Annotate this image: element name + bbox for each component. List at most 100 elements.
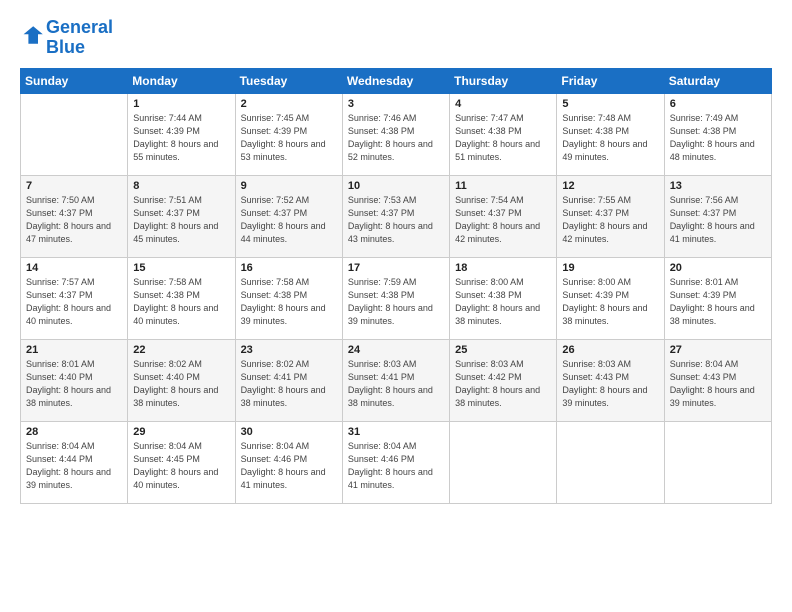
calendar-cell: 13 Sunrise: 7:56 AMSunset: 4:37 PMDayligh… [664,175,771,257]
day-number: 7 [26,180,122,192]
day-info: Sunrise: 8:04 AMSunset: 4:43 PMDaylight:… [670,358,766,410]
day-info: Sunrise: 7:45 AMSunset: 4:39 PMDaylight:… [241,112,337,164]
day-number: 4 [455,98,551,110]
calendar-cell: 27 Sunrise: 8:04 AMSunset: 4:43 PMDayligh… [664,339,771,421]
day-info: Sunrise: 8:03 AMSunset: 4:42 PMDaylight:… [455,358,551,410]
calendar-cell: 30Sunrise: 8:04 AMSunset: 4:46 PMDayligh… [235,421,342,503]
day-info: Sunrise: 7:52 AMSunset: 4:37 PMDaylight:… [241,194,337,246]
calendar-cell: 25 Sunrise: 8:03 AMSunset: 4:42 PMDayligh… [450,339,557,421]
day-info: Sunrise: 7:47 AMSunset: 4:38 PMDaylight:… [455,112,551,164]
day-number: 24 [348,344,444,356]
weekday-sunday: Sunday [21,68,128,93]
day-info: Sunrise: 8:02 AMSunset: 4:41 PMDaylight:… [241,358,337,410]
weekday-friday: Friday [557,68,664,93]
calendar-cell: 23 Sunrise: 8:02 AMSunset: 4:41 PMDayligh… [235,339,342,421]
calendar-cell: 22 Sunrise: 8:02 AMSunset: 4:40 PMDayligh… [128,339,235,421]
day-number: 1 [133,98,229,110]
calendar-cell: 19 Sunrise: 8:00 AMSunset: 4:39 PMDayligh… [557,257,664,339]
day-number: 28 [26,426,122,438]
calendar-cell: 26 Sunrise: 8:03 AMSunset: 4:43 PMDayligh… [557,339,664,421]
day-number: 31 [348,426,444,438]
logo: GeneralBlue [20,18,113,58]
day-info: Sunrise: 7:58 AMSunset: 4:38 PMDaylight:… [133,276,229,328]
calendar-cell: 6 Sunrise: 7:49 AMSunset: 4:38 PMDaylight… [664,93,771,175]
calendar-cell: 28 Sunrise: 8:04 AMSunset: 4:44 PMDayligh… [21,421,128,503]
day-number: 11 [455,180,551,192]
calendar-cell: 31 Sunrise: 8:04 AMSunset: 4:46 PMDayligh… [342,421,449,503]
week-row-3: 14 Sunrise: 7:57 AMSunset: 4:37 PMDayligh… [21,257,772,339]
logo-text: GeneralBlue [46,18,113,58]
calendar-cell: 17Sunrise: 7:59 AMSunset: 4:38 PMDayligh… [342,257,449,339]
weekday-saturday: Saturday [664,68,771,93]
day-info: Sunrise: 7:51 AMSunset: 4:37 PMDaylight:… [133,194,229,246]
calendar-cell [21,93,128,175]
day-info: Sunrise: 7:54 AMSunset: 4:37 PMDaylight:… [455,194,551,246]
day-info: Sunrise: 8:04 AMSunset: 4:45 PMDaylight:… [133,440,229,492]
day-number: 10 [348,180,444,192]
day-info: Sunrise: 7:46 AMSunset: 4:38 PMDaylight:… [348,112,444,164]
header: GeneralBlue [20,18,772,58]
calendar-cell: 24 Sunrise: 8:03 AMSunset: 4:41 PMDayligh… [342,339,449,421]
day-info: Sunrise: 7:57 AMSunset: 4:37 PMDaylight:… [26,276,122,328]
day-number: 21 [26,344,122,356]
calendar-cell: 12Sunrise: 7:55 AMSunset: 4:37 PMDayligh… [557,175,664,257]
page: GeneralBlue SundayMondayTuesdayWednesday… [0,0,792,612]
day-info: Sunrise: 7:48 AMSunset: 4:38 PMDaylight:… [562,112,658,164]
day-number: 29 [133,426,229,438]
day-info: Sunrise: 8:04 AMSunset: 4:44 PMDaylight:… [26,440,122,492]
calendar-cell: 18Sunrise: 8:00 AMSunset: 4:38 PMDayligh… [450,257,557,339]
day-number: 14 [26,262,122,274]
day-number: 2 [241,98,337,110]
calendar-cell: 4 Sunrise: 7:47 AMSunset: 4:38 PMDaylight… [450,93,557,175]
week-row-4: 21 Sunrise: 8:01 AMSunset: 4:40 PMDayligh… [21,339,772,421]
calendar-cell: 11 Sunrise: 7:54 AMSunset: 4:37 PMDayligh… [450,175,557,257]
calendar-cell: 21 Sunrise: 8:01 AMSunset: 4:40 PMDayligh… [21,339,128,421]
day-info: Sunrise: 7:49 AMSunset: 4:38 PMDaylight:… [670,112,766,164]
day-info: Sunrise: 7:53 AMSunset: 4:37 PMDaylight:… [348,194,444,246]
day-number: 23 [241,344,337,356]
day-info: Sunrise: 7:58 AMSunset: 4:38 PMDaylight:… [241,276,337,328]
calendar-cell: 16 Sunrise: 7:58 AMSunset: 4:38 PMDayligh… [235,257,342,339]
day-info: Sunrise: 7:44 AMSunset: 4:39 PMDaylight:… [133,112,229,164]
day-number: 26 [562,344,658,356]
week-row-2: 7 Sunrise: 7:50 AMSunset: 4:37 PMDaylight… [21,175,772,257]
day-number: 27 [670,344,766,356]
day-info: Sunrise: 8:03 AMSunset: 4:41 PMDaylight:… [348,358,444,410]
calendar-cell: 7 Sunrise: 7:50 AMSunset: 4:37 PMDaylight… [21,175,128,257]
day-number: 19 [562,262,658,274]
day-number: 22 [133,344,229,356]
day-number: 17 [348,262,444,274]
calendar-cell: 29 Sunrise: 8:04 AMSunset: 4:45 PMDayligh… [128,421,235,503]
calendar-cell [557,421,664,503]
logo-icon [22,23,46,47]
day-number: 16 [241,262,337,274]
weekday-tuesday: Tuesday [235,68,342,93]
weekday-wednesday: Wednesday [342,68,449,93]
calendar-cell: 20Sunrise: 8:01 AMSunset: 4:39 PMDayligh… [664,257,771,339]
day-number: 20 [670,262,766,274]
day-info: Sunrise: 8:03 AMSunset: 4:43 PMDaylight:… [562,358,658,410]
day-number: 13 [670,180,766,192]
calendar-cell: 5Sunrise: 7:48 AMSunset: 4:38 PMDaylight… [557,93,664,175]
day-number: 30 [241,426,337,438]
day-info: Sunrise: 8:04 AMSunset: 4:46 PMDaylight:… [348,440,444,492]
day-number: 18 [455,262,551,274]
day-info: Sunrise: 8:02 AMSunset: 4:40 PMDaylight:… [133,358,229,410]
day-number: 25 [455,344,551,356]
day-number: 9 [241,180,337,192]
week-row-1: 1 Sunrise: 7:44 AMSunset: 4:39 PMDaylight… [21,93,772,175]
calendar-cell: 8 Sunrise: 7:51 AMSunset: 4:37 PMDaylight… [128,175,235,257]
day-number: 6 [670,98,766,110]
calendar-cell [450,421,557,503]
calendar-cell: 15Sunrise: 7:58 AMSunset: 4:38 PMDayligh… [128,257,235,339]
day-number: 3 [348,98,444,110]
week-row-5: 28 Sunrise: 8:04 AMSunset: 4:44 PMDayligh… [21,421,772,503]
day-number: 8 [133,180,229,192]
calendar-cell: 3 Sunrise: 7:46 AMSunset: 4:38 PMDaylight… [342,93,449,175]
day-info: Sunrise: 7:50 AMSunset: 4:37 PMDaylight:… [26,194,122,246]
calendar-cell: 1 Sunrise: 7:44 AMSunset: 4:39 PMDaylight… [128,93,235,175]
day-info: Sunrise: 7:56 AMSunset: 4:37 PMDaylight:… [670,194,766,246]
day-info: Sunrise: 8:01 AMSunset: 4:40 PMDaylight:… [26,358,122,410]
day-info: Sunrise: 8:00 AMSunset: 4:39 PMDaylight:… [562,276,658,328]
weekday-header-row: SundayMondayTuesdayWednesdayThursdayFrid… [21,68,772,93]
